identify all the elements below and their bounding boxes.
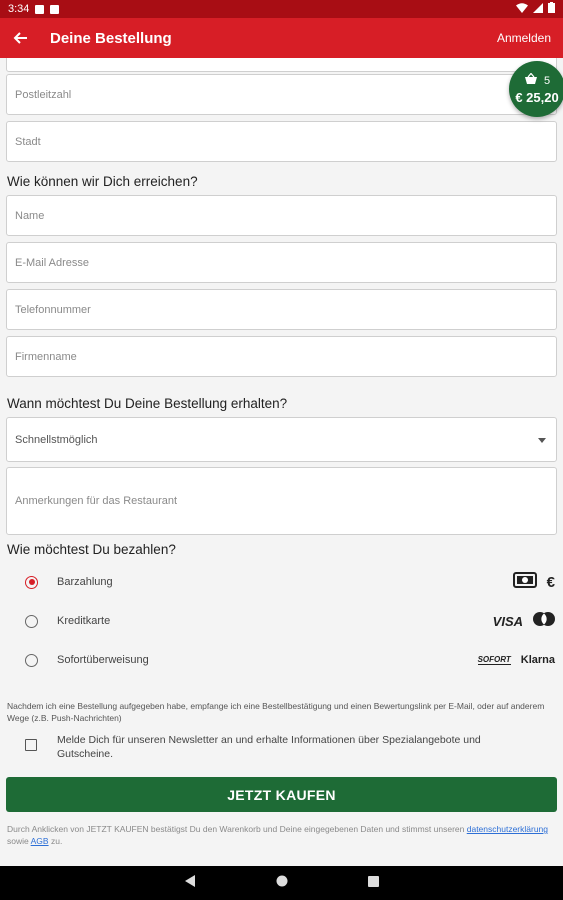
payment-label-cash: Barzahlung (57, 576, 113, 588)
klarna-logo: Klarna (520, 654, 555, 666)
legal-text: Durch Anklicken von JETZT KAUFEN bestäti… (7, 824, 465, 834)
payment-heading: Wie möchtest Du bezahlen? (7, 542, 176, 557)
payment-option-sofort[interactable]: Sofortüberweisung SOFORT Klarna (0, 641, 563, 679)
nav-back-icon[interactable] (184, 874, 196, 892)
page-title: Deine Bestellung (50, 29, 172, 47)
city-field[interactable]: Stadt (6, 121, 557, 162)
cart-badge[interactable]: 5 € 25,20 (509, 61, 563, 117)
legal-note: Durch Anklicken von JETZT KAUFEN bestäti… (7, 823, 552, 847)
newsletter-label: Melde Dich für unseren Newsletter an und… (57, 734, 481, 760)
battery-icon (548, 2, 555, 16)
wifi-icon (516, 2, 528, 16)
delivery-time-select[interactable]: Schnellstmöglich (6, 417, 557, 462)
zip-placeholder: Postleitzahl (15, 88, 72, 101)
company-field[interactable]: Firmenname (6, 336, 557, 377)
payment-label-sofort: Sofortüberweisung (57, 654, 149, 666)
cart-count: 5 (543, 74, 551, 87)
radio-sofort[interactable] (25, 653, 38, 667)
email-field[interactable]: E-Mail Adresse (6, 242, 557, 283)
basket-icon (524, 72, 538, 88)
clock: 3:34 (8, 3, 30, 15)
sofort-logo: SOFORT (477, 655, 511, 665)
contact-heading: Wie können wir Dich erreichen? (7, 174, 198, 189)
remarks-placeholder: Anmerkungen für das Restaurant (15, 495, 178, 507)
street-field[interactable] (6, 58, 557, 72)
payment-option-credit-card[interactable]: Kreditkarte VISA (0, 602, 563, 640)
phone-field[interactable]: Telefonnummer (6, 289, 557, 330)
cart-total: € 25,20 (515, 90, 559, 105)
status-bar: 3:34 (0, 0, 563, 18)
cash-icon (512, 571, 537, 593)
legal-middle: sowie (7, 836, 29, 846)
zip-field[interactable]: Postleitzahl (6, 74, 557, 115)
notification-icon (35, 4, 45, 14)
system-nav-bar (0, 866, 563, 900)
payment-label-credit-card: Kreditkarte (57, 615, 111, 627)
city-placeholder: Stadt (15, 135, 41, 148)
signal-icon (533, 2, 543, 16)
name-placeholder: Name (15, 209, 45, 222)
dropdown-arrow-icon (538, 434, 546, 446)
nav-home-icon[interactable] (276, 874, 288, 892)
consent-note: Nachdem ich eine Bestellung aufgegeben h… (7, 701, 545, 723)
back-arrow-icon[interactable] (0, 18, 40, 58)
remarks-field[interactable]: Anmerkungen für das Restaurant (6, 467, 557, 535)
sd-card-icon (50, 4, 60, 14)
radio-cash[interactable] (25, 575, 38, 589)
visa-logo: VISA (492, 613, 523, 629)
radio-credit-card[interactable] (25, 614, 38, 628)
order-form: Postleitzahl Stadt Wie können wir Dich e… (0, 58, 563, 866)
app-bar: Deine Bestellung Anmelden (0, 18, 563, 58)
name-field[interactable]: Name (6, 195, 557, 236)
phone-placeholder: Telefonnummer (15, 303, 91, 316)
euro-symbol: € (546, 573, 555, 591)
privacy-link[interactable]: datenschutzerklärung (467, 824, 548, 834)
nav-recents-icon[interactable] (368, 874, 379, 892)
login-link[interactable]: Anmelden (497, 31, 551, 45)
email-placeholder: E-Mail Adresse (15, 256, 89, 269)
buy-now-button[interactable]: JETZT KAUFEN (6, 777, 557, 812)
delivery-heading: Wann möchtest Du Deine Bestellung erhalt… (7, 396, 288, 411)
newsletter-checkbox[interactable] (25, 739, 37, 751)
terms-link[interactable]: AGB (31, 836, 49, 846)
company-placeholder: Firmenname (15, 350, 77, 363)
payment-option-cash[interactable]: Barzahlung € (0, 563, 563, 601)
legal-after: zu. (50, 836, 63, 846)
mastercard-icon (533, 611, 555, 631)
delivery-time-value: Schnellstmöglich (15, 433, 98, 446)
